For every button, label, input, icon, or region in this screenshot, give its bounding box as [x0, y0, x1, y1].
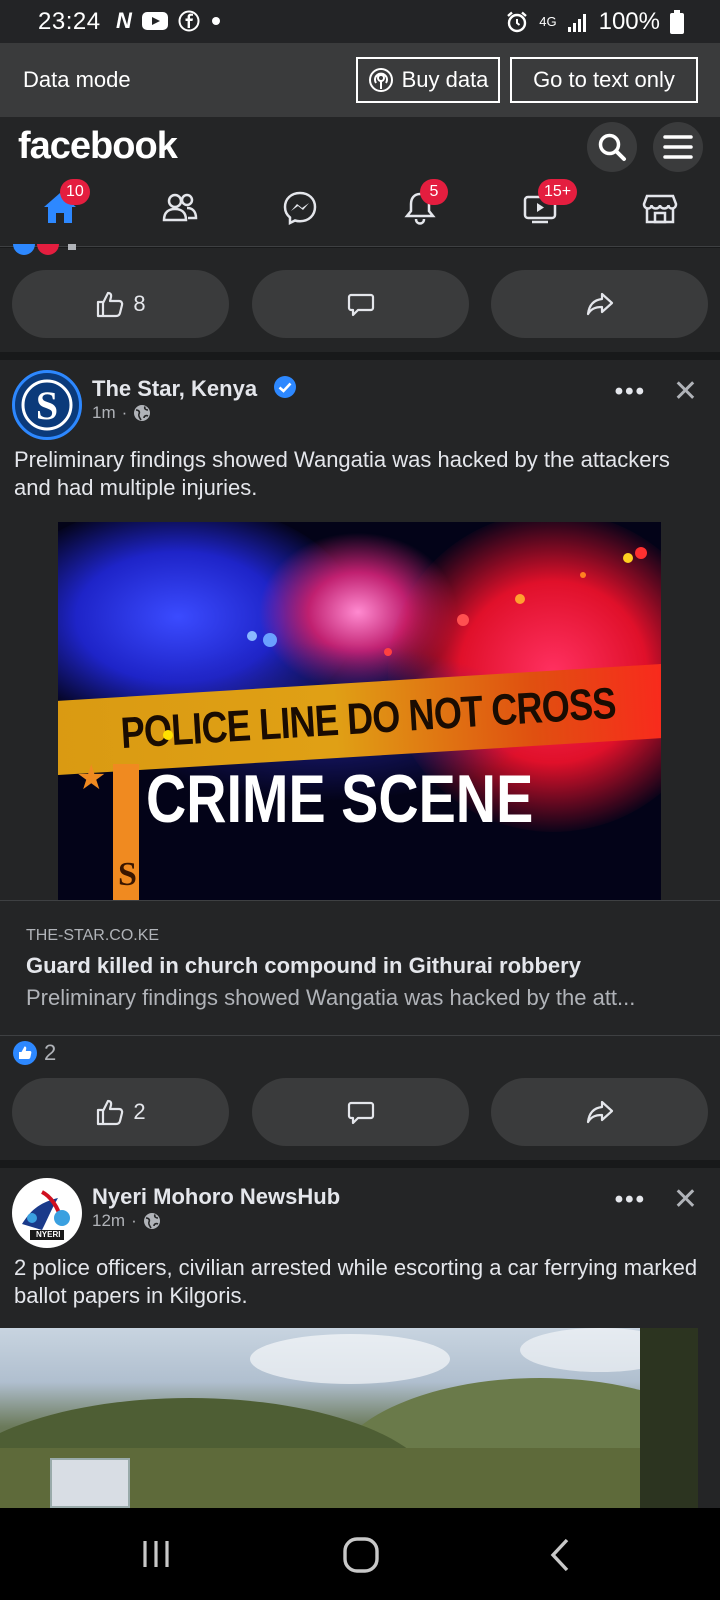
comment-button[interactable] [252, 270, 469, 338]
separator: · [121, 403, 128, 422]
battery-icon [670, 10, 684, 34]
text-only-button[interactable]: Go to text only [510, 57, 698, 103]
more-options-icon[interactable]: ••• [615, 1186, 646, 1214]
post-author[interactable]: The Star, Kenya [92, 376, 257, 402]
android-nav-bar [0, 1508, 720, 1600]
link-preview[interactable]: THE-STAR.CO.KE Guard killed in church co… [0, 900, 720, 1036]
main-nav: 10 5 15+ [0, 179, 720, 241]
tab-marketplace[interactable] [630, 183, 690, 233]
post-image[interactable] [0, 1328, 698, 1508]
post-author[interactable]: Nyeri Mohoro NewsHub [92, 1184, 340, 1210]
buy-data-label: Buy data [401, 67, 489, 92]
post-time[interactable]: 1m [92, 403, 116, 423]
share-button[interactable] [491, 270, 708, 338]
broadcast-icon [368, 68, 393, 92]
recent-apps-icon[interactable] [140, 1538, 172, 1570]
avatar[interactable]: NYERI [12, 1178, 82, 1248]
youtube-icon [141, 12, 168, 30]
light-sparkles [163, 547, 647, 740]
avatar-text: NYERI [36, 1230, 61, 1239]
globe-icon [134, 405, 151, 421]
notifications-badge: 5 [420, 179, 448, 205]
tab-watch[interactable]: 15+ [510, 179, 578, 233]
like-reaction-icon [13, 1041, 37, 1065]
post-card: S The Star, Kenya 1m · ••• ✕ Preliminary… [0, 360, 720, 1508]
buy-data-button[interactable]: Buy data [356, 57, 500, 103]
text-only-label: Go to text only [533, 67, 675, 92]
like-button[interactable]: 8 [12, 270, 229, 338]
thumbs-up-icon [97, 291, 124, 318]
facebook-icon [178, 10, 200, 32]
tab-friends[interactable] [150, 183, 210, 233]
comment-icon [347, 1101, 374, 1125]
marketplace-icon [642, 194, 678, 224]
avatar[interactable]: S [12, 370, 82, 440]
signal-icon [567, 14, 586, 32]
the-star-logo: S [21, 379, 73, 431]
link-title: Guard killed in church compound in Githu… [26, 953, 581, 978]
like-count: 8 [133, 291, 146, 316]
like-count: 2 [133, 1099, 146, 1124]
comment-button[interactable] [252, 1078, 469, 1146]
netflix-icon: N [116, 8, 132, 33]
notification-icons: N [116, 9, 222, 33]
thumbs-up-icon [97, 1099, 124, 1126]
reaction-summary[interactable]: 2 [12, 1040, 56, 1066]
post-text: 2 police officers, civilian arrested whi… [14, 1255, 698, 1308]
svg-text:S: S [36, 383, 58, 428]
messenger-icon [283, 191, 317, 226]
search-icon [598, 133, 626, 161]
share-button[interactable] [491, 1078, 708, 1146]
post-meta: 1m · [92, 403, 151, 423]
tab-messenger[interactable] [270, 183, 330, 233]
reaction-count: 2 [44, 1040, 57, 1065]
verified-badge-icon [274, 376, 296, 398]
data-mode-label: Data mode [23, 67, 131, 92]
more-options-icon[interactable]: ••• [615, 378, 646, 406]
close-icon[interactable]: ✕ [673, 1182, 698, 1217]
post-time[interactable]: 12m [92, 1211, 125, 1231]
post-text: Preliminary findings showed Wangatia was… [14, 447, 670, 500]
cloud [250, 1334, 450, 1384]
alarm-icon [507, 11, 528, 33]
post-meta: 12m · [92, 1211, 161, 1231]
link-description: Preliminary findings showed Wangatia was… [26, 985, 636, 1010]
signboard [50, 1458, 130, 1508]
separator: · [131, 1211, 137, 1230]
link-domain: THE-STAR.CO.KE [26, 927, 160, 944]
post-image[interactable]: POLICE LINE DO NOT CROSS ★ CRIME SCENE S [58, 522, 661, 900]
share-icon [586, 1100, 613, 1124]
hamburger-icon [663, 135, 693, 159]
share-icon [586, 292, 613, 316]
prev-post-card: 8 [0, 244, 720, 352]
battery-percent: 100% [598, 8, 660, 35]
friends-icon [162, 193, 198, 222]
system-icons: 4G 100% [505, 8, 684, 36]
tree [640, 1328, 698, 1508]
back-icon[interactable] [546, 1536, 576, 1574]
comment-icon [347, 293, 374, 317]
facebook-header: facebook 10 5 15+ [0, 117, 720, 247]
tab-home[interactable]: 10 [30, 179, 90, 233]
clock: 23:24 [38, 8, 101, 35]
menu-button[interactable] [653, 122, 703, 172]
data-mode-bar: Data mode Buy data Go to text only [0, 43, 720, 117]
facebook-logo[interactable]: facebook [18, 125, 178, 168]
close-icon[interactable]: ✕ [673, 374, 698, 409]
globe-icon [143, 1213, 160, 1229]
home-nav-icon[interactable] [342, 1536, 380, 1574]
tab-notifications[interactable]: 5 [390, 179, 450, 233]
like-button[interactable]: 2 [12, 1078, 229, 1146]
network-type: 4G [539, 14, 557, 29]
reaction-icons [13, 244, 76, 255]
search-button[interactable] [587, 122, 637, 172]
watch-badge: 15+ [538, 179, 578, 205]
post-divider [0, 1160, 720, 1168]
status-bar: 23:24 N 4G 100% [0, 0, 720, 43]
dot-icon [211, 17, 220, 25]
home-badge: 10 [60, 179, 90, 205]
